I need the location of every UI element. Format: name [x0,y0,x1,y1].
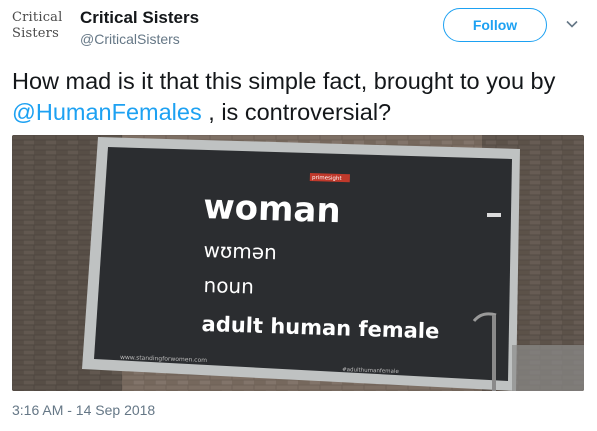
tweet-photo[interactable]: primesight www.standingforwomen.com #adu… [12,135,584,391]
billboard-part-of-speech: noun [203,273,255,299]
follow-button[interactable]: Follow [443,8,547,42]
tweet-timestamp[interactable]: 3:16 AM - 14 Sep 2018 [12,402,155,418]
billboard-word: woman [202,187,342,232]
avatar-text-line1: Critical [12,10,63,25]
mention-link[interactable]: @HumanFemales [12,99,202,125]
avatar-text-line2: Sisters [12,26,59,41]
tweet-text-after: , is controversial? [201,99,392,125]
billboard-tag: primesight [312,175,343,182]
tweet-text: How mad is it that this simple fact, bro… [12,66,587,128]
account-handle[interactable]: @CriticalSisters [80,31,180,47]
tweet-header: Critical Sisters Critical Sisters @Criti… [0,0,597,56]
chevron-down-icon[interactable] [564,16,580,32]
billboard-phonetic: wʊmən [203,238,278,265]
tweet-text-before: How mad is it that this simple fact, bro… [12,68,556,94]
billboard-photo: primesight www.standingforwomen.com #adu… [12,135,584,391]
display-name[interactable]: Critical Sisters [80,8,199,28]
avatar[interactable]: Critical Sisters [12,8,62,48]
